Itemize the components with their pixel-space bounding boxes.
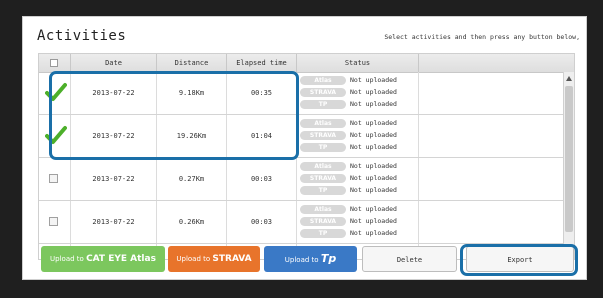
header-select-all[interactable] [39, 54, 71, 72]
atlas-badge: Atlas [300, 205, 346, 214]
select-all-checkbox[interactable] [50, 59, 58, 67]
distance-cell: 0.26Km [157, 201, 227, 243]
status-cell: Atlas Not uploaded STRAVA Not uploaded TP N… [297, 158, 419, 200]
scroll-up-arrow-icon[interactable] [566, 76, 572, 81]
distance-cell: 0.27Km [157, 158, 227, 200]
status-cell: Atlas Not uploaded STRAVA Not uploaded TP N… [297, 72, 419, 114]
scroll-thumb[interactable] [565, 86, 573, 232]
row-checkbox[interactable] [49, 217, 58, 226]
trainingpeaks-logo: Tp [320, 252, 337, 265]
status-tp: TP Not uploaded [300, 229, 418, 238]
selected-rows-highlight [49, 71, 299, 160]
export-button-highlight [460, 244, 578, 276]
status-cell: Atlas Not uploaded STRAVA Not uploaded TP N… [297, 115, 419, 157]
delete-button[interactable]: Delete [362, 246, 457, 272]
strava-badge: STRAVA [300, 174, 346, 183]
status-atlas: Atlas Not uploaded [300, 119, 418, 128]
status-strava: STRAVA Not uploaded [300, 217, 418, 226]
row-select-cell[interactable] [39, 158, 71, 200]
row-spacer-cell [419, 201, 564, 243]
strava-logo: STRAVA [212, 254, 252, 264]
atlas-badge: Atlas [300, 119, 346, 128]
elapsed-time-cell: 00:03 [227, 201, 297, 243]
status-cell: Atlas Not uploaded STRAVA Not uploaded TP N… [297, 201, 419, 243]
status-tp: TP Not uploaded [300, 186, 418, 195]
row-spacer-cell [419, 158, 564, 200]
column-header-elapsed-time: Elapsed time [227, 54, 297, 72]
strava-badge: STRAVA [300, 217, 346, 226]
table-scrollbar[interactable] [563, 72, 574, 259]
status-tp: TP Not uploaded [300, 100, 418, 109]
tp-badge: TP [300, 186, 346, 195]
column-header-date: Date [71, 54, 157, 72]
row-spacer-cell [419, 115, 564, 157]
tp-badge: TP [300, 143, 346, 152]
status-strava: STRAVA Not uploaded [300, 174, 418, 183]
status-tp: TP Not uploaded [300, 143, 418, 152]
upload-cateye-atlas-button[interactable]: Upload to CAT EYE Atlas [41, 246, 165, 272]
strava-badge: STRAVA [300, 131, 346, 140]
table-row[interactable]: 2013-07-22 0.26Km 00:03 Atlas Not uploade… [39, 201, 565, 244]
status-atlas: Atlas Not uploaded [300, 76, 418, 85]
strava-badge: STRAVA [300, 88, 346, 97]
tp-badge: TP [300, 100, 346, 109]
activities-panel: Activities Select activities and then pr… [22, 16, 587, 280]
status-strava: STRAVA Not uploaded [300, 131, 418, 140]
upload-trainingpeaks-button[interactable]: Upload to Tp [264, 246, 357, 272]
instruction-text: Select activities and then press any but… [384, 33, 580, 41]
row-checkbox[interactable] [49, 174, 58, 183]
row-spacer-cell [419, 72, 564, 114]
status-atlas: Atlas Not uploaded [300, 162, 418, 171]
column-header-spacer [419, 54, 564, 72]
upload-strava-button[interactable]: Upload to STRAVA [168, 246, 260, 272]
date-cell: 2013-07-22 [71, 201, 157, 243]
tp-badge: TP [300, 229, 346, 238]
date-cell: 2013-07-22 [71, 158, 157, 200]
elapsed-time-cell: 00:03 [227, 158, 297, 200]
atlas-badge: Atlas [300, 76, 346, 85]
status-atlas: Atlas Not uploaded [300, 205, 418, 214]
atlas-badge: Atlas [300, 162, 346, 171]
cateye-logo: CAT EYE Atlas [86, 254, 156, 264]
column-header-distance: Distance [157, 54, 227, 72]
table-row[interactable]: 2013-07-22 0.27Km 00:03 Atlas Not uploade… [39, 158, 565, 201]
row-select-cell[interactable] [39, 201, 71, 243]
status-strava: STRAVA Not uploaded [300, 88, 418, 97]
column-header-status: Status [297, 54, 419, 72]
page-title: Activities [37, 28, 127, 44]
